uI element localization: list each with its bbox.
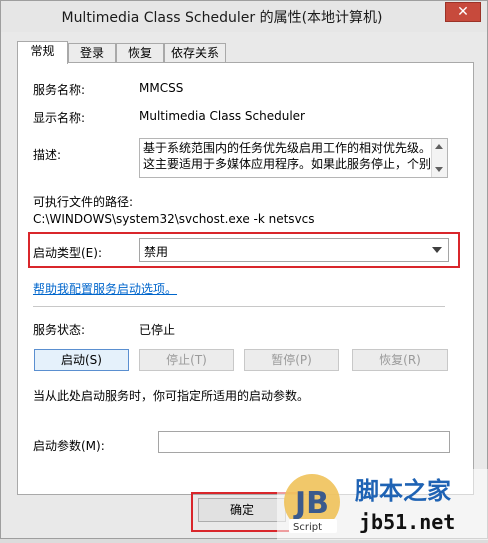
title-bar[interactable]: Multimedia Class Scheduler 的属性(本地计算机) ✕ [1, 1, 487, 32]
description-scrollbar[interactable] [431, 139, 447, 177]
tab-general[interactable]: 常规 [17, 41, 68, 64]
tab-recovery[interactable]: 恢复 [116, 43, 164, 63]
exe-path-label: 可执行文件的路径: [33, 195, 134, 209]
resume-button[interactable]: 恢复(R) [352, 349, 448, 371]
ok-button[interactable]: 确定 [198, 498, 286, 522]
description-box[interactable]: 基于系统范围内的任务优先级启用工作的相对优先级。这主要适用于多媒体应用程序。如果… [139, 138, 448, 178]
stop-button[interactable]: 停止(T) [139, 349, 234, 371]
service-name-label: 服务名称: [33, 83, 86, 97]
properties-dialog: Multimedia Class Scheduler 的属性(本地计算机) ✕ … [0, 0, 488, 540]
service-status-label: 服务状态: [33, 323, 86, 337]
display-name-value: Multimedia Class Scheduler [139, 109, 305, 123]
logo-script-tag: Script [293, 522, 322, 533]
description-label: 描述: [33, 148, 62, 162]
logo-text: JB [293, 486, 329, 521]
scroll-up-icon[interactable] [435, 144, 443, 149]
startup-type-select[interactable]: 禁用 [139, 238, 449, 262]
description-text: 基于系统范围内的任务优先级启用工作的相对优先级。这主要适用于多媒体应用程序。如果… [143, 141, 431, 171]
tab-dependencies[interactable]: 依存关系 [164, 43, 226, 63]
service-status-value: 已停止 [139, 323, 176, 337]
chevron-down-icon [432, 247, 442, 253]
scroll-down-icon[interactable] [435, 167, 443, 172]
watermark: JB Script 脚本之家 jb51.net [277, 469, 488, 540]
startup-type-value: 禁用 [144, 245, 169, 259]
startup-type-label: 启动类型(E): [33, 246, 102, 260]
site-url: jb51.net [359, 510, 455, 534]
site-name-cn: 脚本之家 [355, 477, 451, 505]
help-link[interactable]: 帮助我配置服务启动选项。 [33, 280, 177, 297]
service-name-value: MMCSS [139, 81, 184, 95]
tab-logon[interactable]: 登录 [68, 43, 116, 63]
pause-button[interactable]: 暂停(P) [244, 349, 339, 371]
start-hint: 当从此处启动服务时，你可指定所适用的启动参数。 [33, 389, 310, 403]
exe-path-value: C:\WINDOWS\system32\svchost.exe -k netsv… [33, 212, 315, 226]
close-button[interactable]: ✕ [445, 2, 481, 22]
display-name-label: 显示名称: [33, 111, 86, 125]
site-logo-icon: JB Script 脚本之家 jb51.net [277, 469, 488, 540]
divider [33, 306, 445, 307]
start-params-label: 启动参数(M): [33, 439, 105, 453]
start-button[interactable]: 启动(S) [34, 349, 129, 371]
window-title: Multimedia Class Scheduler 的属性(本地计算机) [61, 10, 383, 26]
start-params-input[interactable] [158, 431, 450, 453]
